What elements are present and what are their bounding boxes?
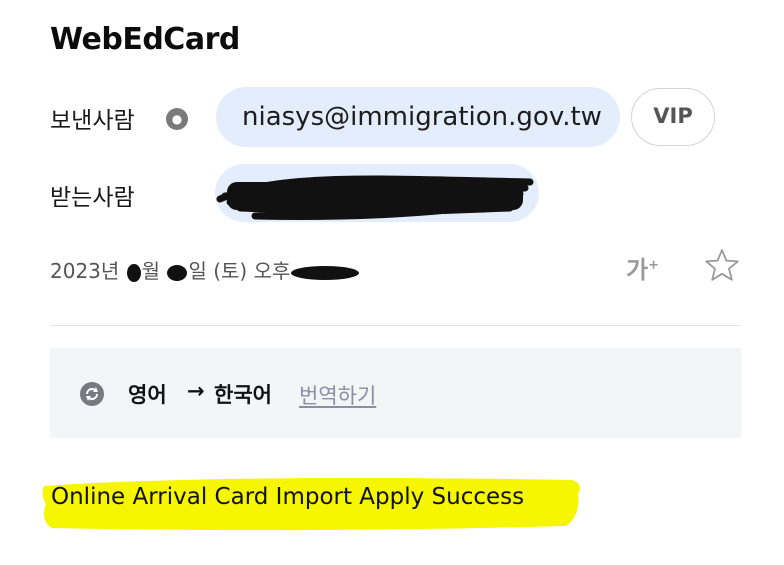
date-month-unit: 월 [141, 259, 161, 283]
sender-label: 보낸사람 [50, 108, 135, 134]
translate-arrow: → [187, 379, 205, 403]
translate-bar: 영어 → 한국어 번역하기 [50, 348, 741, 438]
translate-to-language: 한국어 [214, 383, 272, 407]
receiver-address-chip[interactable] [215, 164, 539, 222]
font-size-label: 가 [626, 256, 649, 284]
date-weekday: (토) [213, 259, 248, 283]
redacted-day [167, 264, 188, 281]
vip-button[interactable]: VIP [631, 88, 715, 146]
font-size-button[interactable]: 가+ [626, 250, 659, 285]
sender-address-chip[interactable]: niasys@immigration.gov.tw [216, 87, 620, 147]
redacted-time [291, 265, 360, 280]
date-ampm: 오후 [253, 259, 291, 283]
translate-icon[interactable] [80, 382, 104, 406]
refresh-icon [86, 387, 98, 401]
email-date: 2023년 월 일 (토) 오후 [50, 255, 360, 284]
date-year: 2023년 [50, 259, 120, 283]
header-divider [50, 325, 741, 326]
redacted-month [126, 263, 141, 282]
email-subject: WebEdCard [50, 22, 240, 57]
redaction-scribble [216, 175, 534, 220]
receiver-label: 받는사람 [50, 185, 135, 211]
font-size-plus: + [648, 258, 659, 273]
translate-link[interactable]: 번역하기 [299, 380, 376, 410]
star-icon[interactable] [704, 248, 740, 282]
message-body: Online Arrival Card Import Apply Success [51, 484, 525, 510]
info-icon[interactable]: ● [166, 108, 188, 130]
translate-from-language: 영어 [128, 383, 167, 407]
date-day-unit: 일 [188, 259, 207, 283]
sender-address: niasys@immigration.gov.tw [242, 102, 602, 132]
